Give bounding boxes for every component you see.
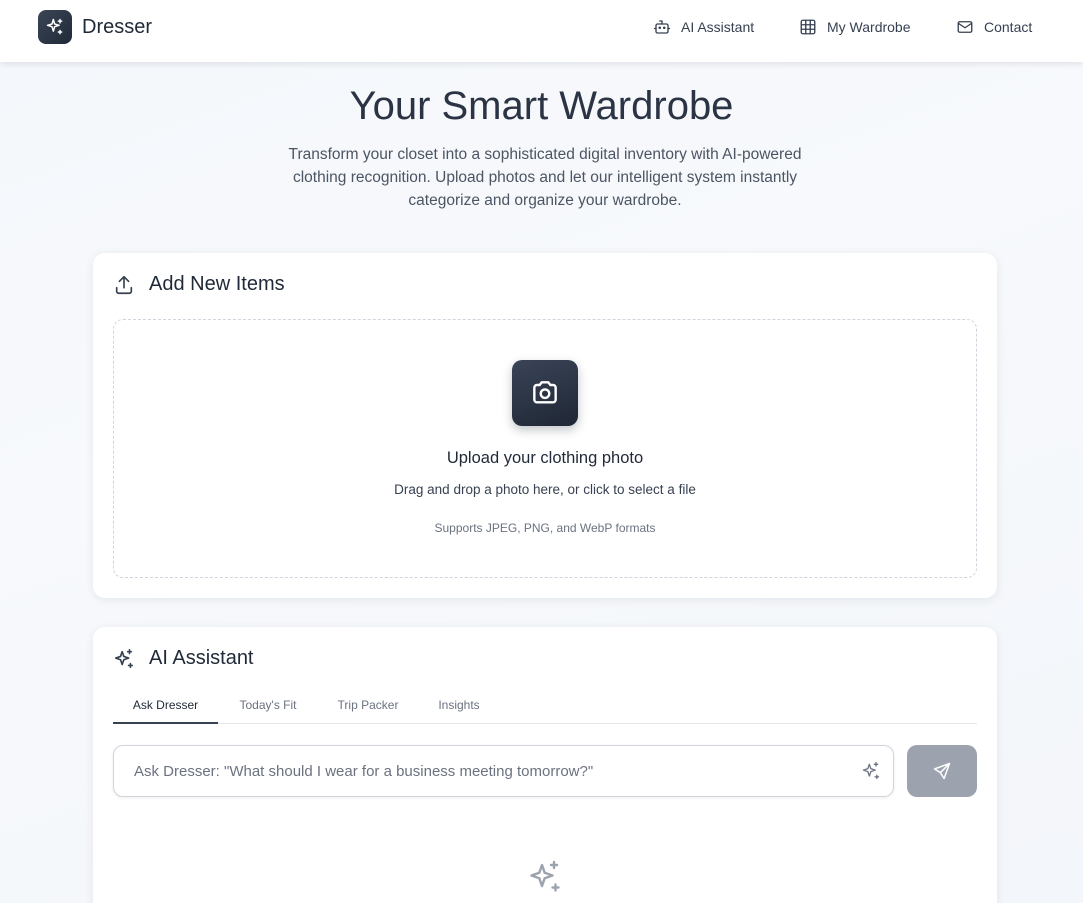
assistant-card: AI Assistant Ask Dresser Today's Fit Tri… xyxy=(93,627,997,903)
top-navbar: Dresser AI Assistant My Wardrobe Contact xyxy=(0,0,1083,62)
photo-dropzone[interactable]: Upload your clothing photo Drag and drop… xyxy=(113,319,977,578)
page-subtitle: Transform your closet into a sophisticat… xyxy=(288,146,802,209)
dropzone-title: Upload your clothing photo xyxy=(446,449,644,467)
assistant-tabs: Ask Dresser Today's Fit Trip Packer Insi… xyxy=(113,693,977,724)
nav-label: My Wardrobe xyxy=(827,19,911,35)
nav-label: AI Assistant xyxy=(681,19,755,35)
nav-item-ai-assistant[interactable]: AI Assistant xyxy=(653,18,754,36)
mail-icon xyxy=(957,21,973,33)
camera-upload-button[interactable] xyxy=(512,360,578,426)
robot-icon xyxy=(653,20,671,34)
grid-icon xyxy=(800,19,816,35)
sparkles-icon xyxy=(114,648,134,668)
main-nav: AI Assistant My Wardrobe Contact xyxy=(0,0,1083,54)
upload-card-title: Add New Items xyxy=(113,273,285,296)
tab-ask-dresser[interactable]: Ask Dresser xyxy=(113,693,218,724)
ask-dresser-input[interactable] xyxy=(134,746,834,796)
camera-icon xyxy=(533,381,557,404)
nav-item-contact[interactable]: Contact xyxy=(956,18,1032,36)
tab-trip-packer[interactable]: Trip Packer xyxy=(332,693,404,724)
tab-insights[interactable]: Insights xyxy=(433,693,485,724)
upload-card: Add New Items Upload your clothing photo… xyxy=(93,253,997,598)
upload-icon xyxy=(115,275,133,294)
nav-label: Contact xyxy=(984,19,1033,35)
ask-dresser-field xyxy=(113,745,894,797)
sparkles-icon xyxy=(527,859,563,900)
tab-todays-fit[interactable]: Today's Fit xyxy=(233,693,303,724)
page-title: Your Smart Wardrobe xyxy=(349,84,734,128)
assistant-card-title: AI Assistant xyxy=(113,647,254,670)
nav-item-my-wardrobe[interactable]: My Wardrobe xyxy=(799,18,911,36)
sparkles-icon[interactable] xyxy=(861,761,881,786)
send-button[interactable] xyxy=(907,745,977,797)
dropzone-description: Drag and drop a photo here, or click to … xyxy=(394,482,696,497)
send-icon xyxy=(933,762,951,780)
dropzone-formats-note: Supports JPEG, PNG, and WebP formats xyxy=(434,521,656,535)
